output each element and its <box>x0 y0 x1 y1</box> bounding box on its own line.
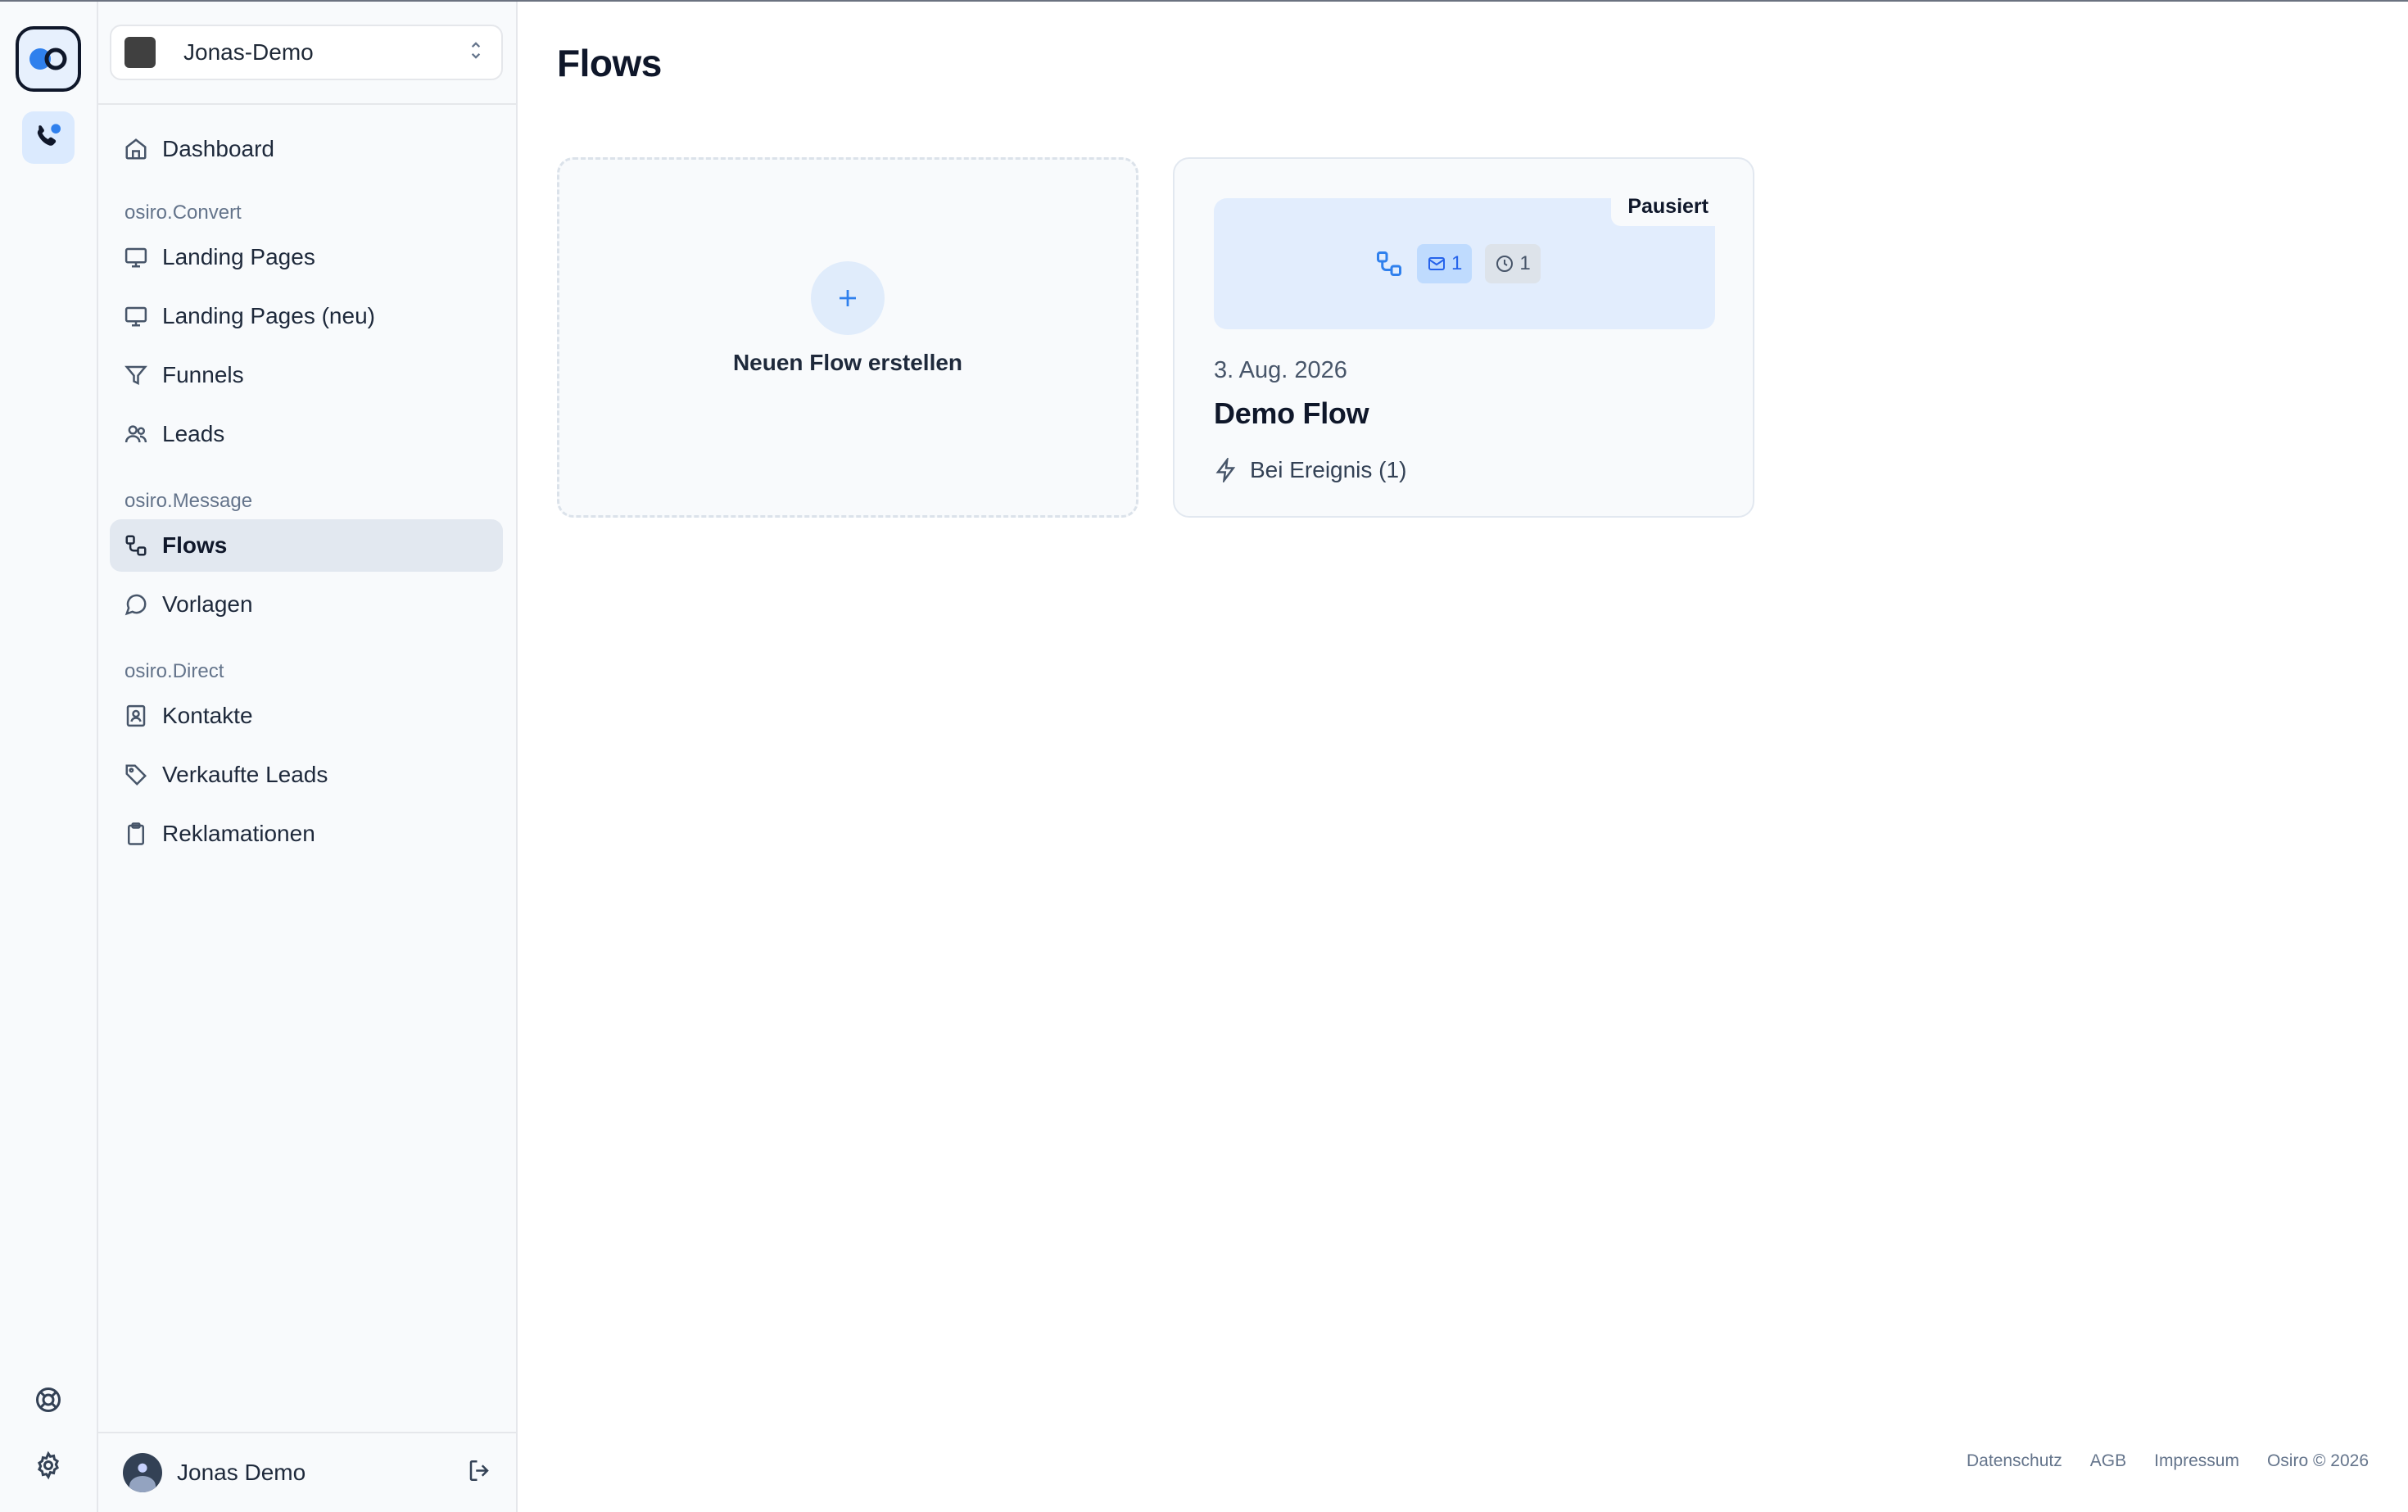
sidebar-item-leads[interactable]: Leads <box>110 408 503 460</box>
status-badge: Pausiert <box>1611 187 1725 226</box>
plus-icon <box>811 261 885 335</box>
user-bar: Jonas Demo <box>98 1432 516 1512</box>
footer-copyright: Osiro © 2026 <box>2266 1451 2369 1470</box>
sidebar-item-verkaufte-leads[interactable]: Verkaufte Leads <box>110 749 503 801</box>
osiro-logo[interactable] <box>16 26 81 92</box>
section-label-message: osiro.Message <box>124 490 253 512</box>
footer: Datenschutz AGB Impressum Osiro © 2026 <box>1939 1451 2369 1471</box>
sidebar-item-kontakte[interactable]: Kontakte <box>110 690 503 742</box>
section-label-direct: osiro.Direct <box>124 660 224 682</box>
help-button[interactable] <box>29 1381 67 1419</box>
avatar[interactable] <box>123 1453 162 1492</box>
sidebar-item-funnels[interactable]: Funnels <box>110 349 503 401</box>
flow-name: Demo Flow <box>1214 396 1369 430</box>
lightning-icon <box>1214 458 1238 482</box>
workspace-name: Jonas-Demo <box>183 39 314 65</box>
sidebar-item-label: Landing Pages (neu) <box>162 303 375 328</box>
page-title: Flows <box>557 42 662 84</box>
workflow-icon <box>1374 249 1404 278</box>
user-name: Jonas Demo <box>177 1460 306 1485</box>
sidebar-item-landing-pages[interactable]: Landing Pages <box>110 231 503 283</box>
wait-step-count: 1 <box>1485 244 1541 283</box>
footer-link-impressum[interactable]: Impressum <box>2154 1451 2239 1471</box>
main-content: Flows Neuen Flow erstellen 1 1 Pausiert … <box>518 0 2408 1512</box>
sidebar-item-dashboard[interactable]: Dashboard <box>110 123 503 175</box>
sidebar-item-reklamationen[interactable]: Reklamationen <box>110 808 503 860</box>
users-icon <box>123 421 149 447</box>
toggle-logo-icon <box>29 48 67 70</box>
app-switch-direct[interactable] <box>22 111 75 164</box>
flow-trigger: Bei Ereignis (1) <box>1214 457 1406 483</box>
sidebar-item-label: Funnels <box>162 362 244 387</box>
tag-icon <box>123 762 149 788</box>
monitor-icon <box>123 303 149 329</box>
workspace-select[interactable]: Jonas-Demo <box>110 25 503 80</box>
flow-card[interactable]: 1 1 Pausiert 3. Aug. 2026 Demo Flow Bei … <box>1173 157 1754 518</box>
workflow-icon <box>123 532 149 559</box>
settings-button[interactable] <box>29 1446 67 1484</box>
chevron-up-down-icon <box>468 40 483 66</box>
clipboard-icon <box>123 821 149 847</box>
sidebar-nav: Dashboard osiro.Convert Landing Pages La… <box>98 123 516 860</box>
sidebar-item-label: Flows <box>162 532 228 558</box>
flow-date: 3. Aug. 2026 <box>1214 357 1347 383</box>
flow-preview-stats: 1 1 <box>1374 244 1541 283</box>
window-top-border <box>0 0 2408 2</box>
sidebar-item-label: Vorlagen <box>162 591 253 617</box>
sidebar-item-label: Reklamationen <box>162 821 315 846</box>
sidebar-item-label: Leads <box>162 421 225 446</box>
filter-icon <box>123 362 149 388</box>
sidebar-item-label: Verkaufte Leads <box>162 762 328 787</box>
message-circle-icon <box>123 591 149 618</box>
workspace-avatar <box>124 37 156 68</box>
sidebar-item-flows[interactable]: Flows <box>110 519 503 572</box>
home-icon <box>123 136 149 162</box>
sidebar-item-landing-pages-neu[interactable]: Landing Pages (neu) <box>110 290 503 342</box>
footer-link-datenschutz[interactable]: Datenschutz <box>1967 1451 2062 1471</box>
app-rail <box>0 0 98 1512</box>
sidebar: Jonas-Demo Dashboard osiro.Convert Landi… <box>98 0 518 1512</box>
flow-trigger-label: Bei Ereignis (1) <box>1250 457 1407 482</box>
lifebuoy-icon <box>36 1388 61 1412</box>
sidebar-item-vorlagen[interactable]: Vorlagen <box>110 578 503 631</box>
sidebar-item-label: Landing Pages <box>162 244 315 269</box>
new-flow-label: Neuen Flow erstellen <box>732 350 963 375</box>
contact-book-icon <box>123 703 149 729</box>
email-step-count: 1 <box>1417 244 1473 283</box>
sidebar-item-label: Kontakte <box>162 703 253 728</box>
new-flow-card[interactable]: Neuen Flow erstellen <box>557 157 1138 518</box>
section-label-convert: osiro.Convert <box>124 201 242 224</box>
sidebar-item-label: Dashboard <box>162 136 274 161</box>
phone-icon <box>37 124 61 146</box>
clock-icon <box>1496 256 1514 272</box>
logout-icon[interactable] <box>467 1459 491 1487</box>
workspace-switcher-wrap: Jonas-Demo <box>98 0 516 105</box>
footer-link-agb[interactable]: AGB <box>2090 1451 2126 1471</box>
gear-icon <box>38 1451 59 1480</box>
mail-icon <box>1428 257 1445 270</box>
monitor-icon <box>123 244 149 270</box>
